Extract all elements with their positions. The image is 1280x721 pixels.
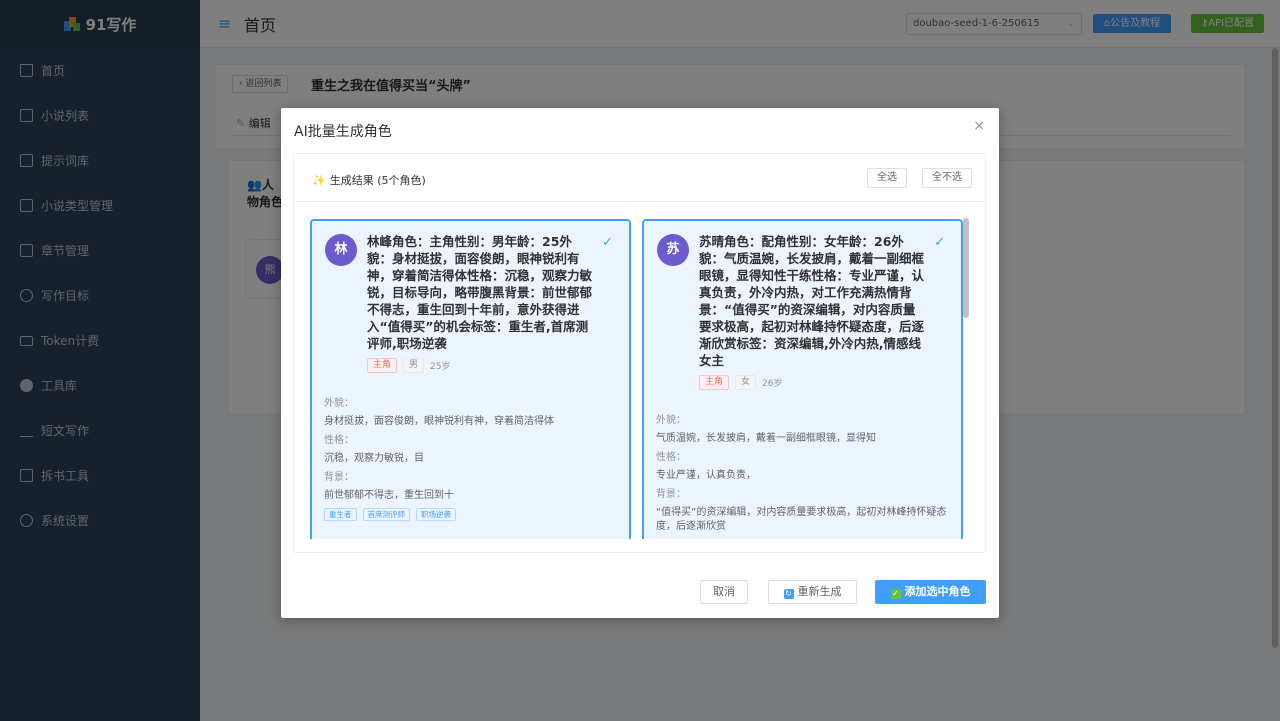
personality-section: 性格： 专业严谨，认真负责， xyxy=(656,451,951,483)
personality-label: 性格： xyxy=(324,435,354,446)
personality-text: 专业严谨，认真负责， xyxy=(656,470,756,481)
add-selected-button[interactable]: ✓ 添加选中角色 xyxy=(875,580,986,604)
appearance-label: 外貌： xyxy=(324,398,354,409)
gender-badge: 男 xyxy=(403,358,425,373)
appearance-text: 身材挺拔，面容俊朗，眼神锐利有神，穿着简洁得体 xyxy=(324,416,554,427)
keyword-tags: 重生者 首席测评师 职场逆袭 xyxy=(324,508,456,521)
result-title: ✨ 生成结果 (5个角色) xyxy=(312,172,426,188)
appearance-section: 外貌： 气质温婉，长发披肩，戴着一副细框眼镜，显得知 xyxy=(656,414,951,446)
regenerate-button[interactable]: ↻ 重新生成 xyxy=(768,580,857,604)
check-icon: ✓ xyxy=(934,235,945,250)
dialog-title: AI批量生成角色 xyxy=(294,124,392,140)
personality-section: 性格： 沉稳，观察力敏锐，目 xyxy=(324,434,619,466)
gender-badge: 女 xyxy=(735,375,757,390)
character-tags: 主角 女 26岁 xyxy=(699,375,782,390)
cancel-button[interactable]: 取消 xyxy=(700,580,748,604)
close-icon[interactable]: × xyxy=(973,118,985,134)
select-none-button[interactable]: 全不选 xyxy=(922,168,972,188)
appearance-section: 外貌： 身材挺拔，面容俊朗，眼神锐利有神，穿着简洁得体 xyxy=(324,397,619,429)
background-section: 背景： 前世郁郁不得志，重生回到十 xyxy=(324,471,619,503)
character-headline: 林峰角色：主角性别：男年龄：25外貌：身材挺拔，面容俊朗，眼神锐利有神，穿着简洁… xyxy=(367,234,593,351)
result-header: ✨ 生成结果 (5个角色) 全选 全不选 xyxy=(294,154,985,202)
refresh-icon: ↻ xyxy=(783,589,794,599)
character-card[interactable]: 苏 苏晴角色：配角性别：女年龄：26外貌：气质温婉，长发披肩，戴着一副细框眼镜，… xyxy=(642,219,963,539)
keyword-tag: 重生者 xyxy=(324,508,357,521)
character-tags: 主角 男 25岁 xyxy=(367,358,450,373)
appearance-text: 气质温婉，长发披肩，戴着一副细框眼镜，显得知 xyxy=(656,433,876,444)
background-text: “值得买”的资深编辑，对内容质量要求极高，起初对林峰持怀疑态度，后逐渐欣赏 xyxy=(656,507,947,532)
background-label: 背景： xyxy=(656,489,686,500)
role-badge: 主角 xyxy=(367,358,398,373)
age-text: 25岁 xyxy=(430,362,451,372)
sparkle-icon: ✨ xyxy=(312,174,326,187)
keyword-tag: 职场逆袭 xyxy=(416,508,456,521)
role-badge: 主角 xyxy=(699,375,730,390)
character-headline: 苏晴角色：配角性别：女年龄：26外貌：气质温婉，长发披肩，戴着一副细框眼镜，显得… xyxy=(699,234,925,368)
dialog-footer: 取消 ↻ 重新生成 ✓ 添加选中角色 xyxy=(281,578,999,608)
checkbox-icon: ✓ xyxy=(890,589,901,599)
result-panel: ✨ 生成结果 (5个角色) 全选 全不选 林 林峰角色：主角性别：男年龄：25外貌… xyxy=(293,153,986,553)
result-title-text: 生成结果 (5个角色) xyxy=(329,174,426,187)
personality-label: 性格： xyxy=(656,452,686,463)
appearance-label: 外貌： xyxy=(656,415,686,426)
avatar: 苏 xyxy=(657,234,689,266)
regenerate-label: 重新生成 xyxy=(797,585,842,598)
character-card[interactable]: 林 林峰角色：主角性别：男年龄：25外貌：身材挺拔，面容俊朗，眼神锐利有神，穿着… xyxy=(310,219,631,539)
avatar: 林 xyxy=(325,234,357,266)
add-selected-label: 添加选中角色 xyxy=(904,585,971,598)
character-cards-list[interactable]: 林 林峰角色：主角性别：男年龄：25外貌：身材挺拔，面容俊朗，眼神锐利有神，穿着… xyxy=(294,202,985,539)
select-all-button[interactable]: 全选 xyxy=(867,168,907,188)
background-text: 前世郁郁不得志，重生回到十 xyxy=(324,490,454,501)
age-text: 26岁 xyxy=(762,379,783,389)
background-label: 背景： xyxy=(324,472,354,483)
background-section: 背景： “值得买”的资深编辑，对内容质量要求极高，起初对林峰持怀疑态度，后逐渐欣… xyxy=(656,488,951,534)
batch-generate-dialog: AI批量生成角色 × ✨ 生成结果 (5个角色) 全选 全不选 林 林峰角色：主角… xyxy=(281,108,999,618)
keyword-tag: 首席测评师 xyxy=(362,508,410,521)
personality-text: 沉稳，观察力敏锐，目 xyxy=(324,453,424,464)
check-icon: ✓ xyxy=(602,235,613,250)
cards-scrollbar[interactable] xyxy=(963,218,969,318)
